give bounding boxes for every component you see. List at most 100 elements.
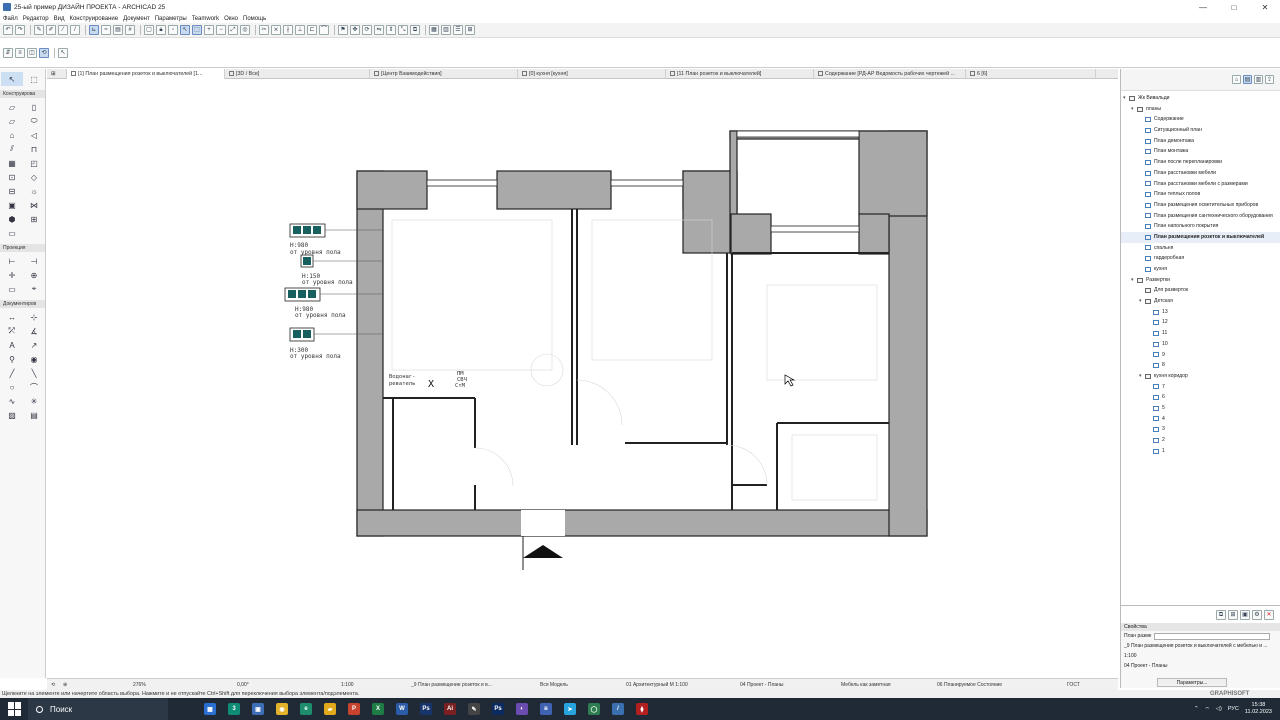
viber-app-icon[interactable]: ◐ xyxy=(516,703,528,715)
archicad2-app-icon[interactable]: / xyxy=(612,703,624,715)
group-icon[interactable]: ▢ xyxy=(144,25,154,35)
navigator-item[interactable]: План демонтажа xyxy=(1121,136,1280,147)
intersect-icon[interactable]: ⨯ xyxy=(271,25,281,35)
radial-dimension-tool-icon[interactable]: ⤱ xyxy=(1,324,23,338)
mirror-icon[interactable]: ⇋ xyxy=(374,25,384,35)
navigator-item[interactable]: 3 xyxy=(1121,424,1280,435)
adjust-icon[interactable]: ⊥ xyxy=(295,25,305,35)
grid-tool-icon[interactable]: ⊞ xyxy=(23,212,45,226)
navigator-item[interactable]: План монтажа xyxy=(1121,146,1280,157)
fill-tool-icon[interactable]: ◉ xyxy=(23,352,45,366)
tab-kitchen[interactable]: [0] кухня [кухня] xyxy=(518,68,666,79)
close-button[interactable]: ✕ xyxy=(1250,0,1280,14)
navigator-item[interactable]: кухня xyxy=(1121,264,1280,275)
stair-tool-icon[interactable]: ⫽ xyxy=(1,142,23,156)
window-top[interactable] xyxy=(736,130,860,138)
navigator-item[interactable]: 1 xyxy=(1121,446,1280,457)
photoshop-app-icon[interactable]: Ps xyxy=(420,703,432,715)
zoom-in-icon[interactable]: + xyxy=(204,25,214,35)
task-view-icon[interactable]: ▦ xyxy=(204,703,216,715)
menu-help[interactable]: Помощь xyxy=(243,16,266,22)
word-app-icon[interactable]: W xyxy=(396,703,408,715)
volume-icon[interactable]: ◁) xyxy=(1216,706,1222,712)
beam-tool-icon[interactable]: ⏥ xyxy=(1,114,23,128)
window-3[interactable] xyxy=(770,225,860,233)
delete-icon[interactable]: ✕ xyxy=(1264,609,1274,620)
whatsapp-app-icon[interactable]: ◯ xyxy=(588,703,600,715)
menu-window[interactable]: Окно xyxy=(224,16,238,22)
navigator-item[interactable]: ▾ Детская xyxy=(1121,296,1280,307)
toolbox-section-docs[interactable]: Документиров xyxy=(0,300,45,308)
line-tool-icon[interactable]: ╱ xyxy=(1,366,23,380)
tab-interaction-center[interactable]: [Центр Взаимодействия] xyxy=(370,68,518,79)
menu-options[interactable]: Параметры xyxy=(155,16,187,22)
rotate-icon[interactable]: ⟳ xyxy=(362,25,372,35)
navigator-item[interactable]: План размещения осветительных приборов xyxy=(1121,200,1280,211)
navigator-item[interactable]: ▾ Развертки xyxy=(1121,275,1280,286)
parameters-button[interactable]: Параметры... xyxy=(1157,678,1227,687)
door-tool-icon[interactable]: ◰ xyxy=(23,156,45,170)
explorer-app-icon[interactable]: ▰ xyxy=(324,703,336,715)
pointer-icon[interactable]: ↖ xyxy=(58,47,68,58)
paint-app-icon[interactable]: ✎ xyxy=(468,703,480,715)
navigator-item[interactable]: План напольного покрытия xyxy=(1121,221,1280,232)
redo-icon[interactable]: ↷ xyxy=(15,25,25,35)
trim-icon[interactable]: ✂ xyxy=(259,25,269,35)
pick-up-icon[interactable]: ✎ xyxy=(34,25,44,35)
menu-document[interactable]: Документ xyxy=(123,16,150,22)
menu-teamwork[interactable]: Teamwork xyxy=(192,16,219,22)
navigator-item[interactable]: 12 xyxy=(1121,317,1280,328)
multiply-icon[interactable]: ⧉ xyxy=(410,25,420,35)
menu-file[interactable]: Файл xyxy=(3,16,18,22)
figure-tool-icon[interactable]: ▨ xyxy=(1,408,23,422)
eyedropper-icon[interactable]: ⁄ xyxy=(58,25,68,35)
floor-plan-drawing[interactable]: H:980 от уровня пола H:150 от уровня пол… xyxy=(47,80,1118,678)
clone-folder-icon[interactable]: ⧉ xyxy=(1216,609,1226,620)
view-map-icon[interactable]: ▤ xyxy=(1243,75,1252,84)
3d-view-icon[interactable]: ◎ xyxy=(240,25,250,35)
window-tool-icon[interactable]: ⊡ xyxy=(1,170,23,184)
windows-start-icon[interactable] xyxy=(8,702,22,716)
guide-lines-icon[interactable]: ≈ xyxy=(101,25,111,35)
window-2[interactable] xyxy=(610,179,684,187)
column-tool-icon[interactable]: ▯ xyxy=(23,100,45,114)
menu-view[interactable]: Вид xyxy=(54,16,65,22)
drawing-canvas[interactable]: H:980 от уровня пола H:150 от уровня пол… xyxy=(47,80,1118,678)
navigator-item[interactable]: 6 xyxy=(1121,392,1280,403)
elevation-tool-icon[interactable]: ⊣ xyxy=(23,254,45,268)
drawing-tool-icon[interactable]: ▤ xyxy=(23,408,45,422)
spline-tool-icon[interactable]: ∿ xyxy=(1,394,23,408)
new-folder-icon[interactable]: ▣ xyxy=(1240,609,1250,620)
syringe-icon[interactable]: / xyxy=(70,25,80,35)
navigator-item[interactable]: ▾ кухня коридор xyxy=(1121,371,1280,382)
railing-tool-icon[interactable]: ⊓ xyxy=(23,142,45,156)
stack-front-icon[interactable]: ▦ xyxy=(429,25,439,35)
fillet-icon[interactable]: ⌒ xyxy=(319,25,329,35)
layers-icon[interactable]: ▤ xyxy=(113,25,123,35)
tab-6[interactable]: 6 [6] xyxy=(966,68,1096,79)
wall-west[interactable] xyxy=(356,170,384,537)
arrow-selection-icon[interactable]: ↖ xyxy=(180,25,190,35)
curtain-wall-tool-icon[interactable]: ▦ xyxy=(1,156,23,170)
files-app-icon[interactable]: ▣ xyxy=(252,703,264,715)
elevate-icon[interactable]: ⇕ xyxy=(386,25,396,35)
menu-design[interactable]: Конструирование xyxy=(69,16,118,22)
lock-icon[interactable]: 🔒︎ xyxy=(156,25,166,35)
properties-name-input[interactable] xyxy=(1154,632,1271,640)
snap-icon[interactable]: ⊾ xyxy=(89,25,99,35)
taskbar-search[interactable]: Поиск xyxy=(28,698,168,720)
navigator-item[interactable]: Ситуационный план xyxy=(1121,125,1280,136)
navigator-item[interactable]: 11 xyxy=(1121,328,1280,339)
polyline-tool-icon[interactable]: ╲ xyxy=(23,366,45,380)
navigator-item[interactable]: 7 xyxy=(1121,382,1280,393)
flag-icon[interactable]: ⚑ xyxy=(338,25,348,35)
maximize-button[interactable]: □ xyxy=(1219,0,1249,14)
navigator-item[interactable]: ▾ Жк Вивальди xyxy=(1121,93,1280,104)
tab-contents[interactable]: Содержание [РД-АР Ведомость рабочих черт… xyxy=(814,68,966,79)
wall-south[interactable] xyxy=(356,509,928,537)
navigator-item[interactable]: План размещения розеток и выключателей xyxy=(1121,231,1280,243)
navigator-item[interactable]: Содержание xyxy=(1121,114,1280,125)
resize-icon[interactable]: ⤡ xyxy=(398,25,408,35)
skylight-tool-icon[interactable]: ◇ xyxy=(23,170,45,184)
wall-corner-block[interactable] xyxy=(682,170,738,254)
